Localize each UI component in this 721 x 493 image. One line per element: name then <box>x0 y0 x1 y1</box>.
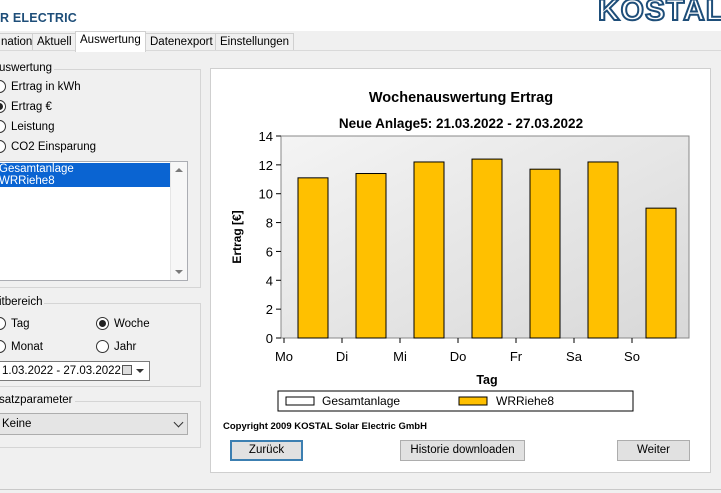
radio-label: Jahr <box>114 341 137 353</box>
list-item[interactable]: WRRiehe8 <box>0 175 170 187</box>
kostal-logo: KOSTAL <box>597 0 721 28</box>
radio-indicator[interactable] <box>0 100 6 113</box>
chart-subtitle: Neue Anlage5: 21.03.2022 - 27.03.2022 <box>339 116 583 131</box>
listbox-scrollbar[interactable] <box>170 162 187 280</box>
radio-indicator[interactable] <box>0 120 6 133</box>
radio-label: CO2 Einsparung <box>11 141 97 153</box>
tab-bar: nation Aktuell Auswertung Datenexport Ei… <box>0 31 721 52</box>
radio-label: Tag <box>11 318 30 330</box>
legend-label-gesamtanlage: Gesamtanlage <box>322 394 400 408</box>
radio-label: Ertrag € <box>11 101 52 113</box>
x-tick-label: Sa <box>566 349 583 364</box>
scroll-down-icon[interactable] <box>175 270 183 274</box>
bar-so <box>645 207 677 339</box>
date-range-picker[interactable]: 1.03.2022 - 27.03.2022 <box>0 361 150 381</box>
radio-label: Monat <box>11 341 43 353</box>
bar-di <box>355 173 387 339</box>
list-item[interactable]: Gesamtanlage <box>0 163 170 175</box>
radio-indicator[interactable] <box>0 317 6 330</box>
chart-title: Wochenauswertung Ertrag <box>369 90 553 106</box>
zusatzparameter-select[interactable]: Keine <box>0 413 188 435</box>
header: R ELECTRIC KOSTAL <box>0 0 721 31</box>
x-tick-label: Do <box>450 349 467 364</box>
y-tick-label: 4 <box>266 273 273 288</box>
radio-label: Leistung <box>11 121 55 133</box>
tab-aktuell[interactable]: Aktuell <box>32 33 77 51</box>
brand-title: R ELECTRIC <box>0 11 77 25</box>
bar-sa <box>587 161 619 339</box>
bar-fr <box>529 168 561 339</box>
x-tick-label: So <box>624 349 640 364</box>
zusatzparameter-group: satzparameter Keine <box>0 394 201 448</box>
radio-label: Woche <box>114 318 150 330</box>
select-value: Keine <box>2 418 32 430</box>
x-tick-label: Fr <box>510 349 523 364</box>
chart-legend: Gesamtanlage WRRiehe8 <box>277 390 634 412</box>
tab-datenexport[interactable]: Datenexport <box>145 33 218 51</box>
chart-panel: Wochenauswertung Ertrag Neue Anlage5: 21… <box>210 68 711 473</box>
radio-indicator[interactable] <box>0 140 6 153</box>
download-history-button[interactable]: Historie downloaden <box>400 440 525 461</box>
dropdown-arrow-icon[interactable] <box>136 369 144 373</box>
auswertung-legend: uswertung <box>0 62 55 74</box>
auswertung-group: uswertung Ertrag in kWh Ertrag € Leistun… <box>0 62 201 288</box>
zeitbereich-legend: itbereich <box>0 296 45 308</box>
back-button[interactable]: Zurück <box>230 440 303 461</box>
scroll-up-icon[interactable] <box>175 168 183 172</box>
date-range-value: 1.03.2022 - 27.03.2022 <box>2 365 121 377</box>
tab-auswertung[interactable]: Auswertung <box>75 31 146 52</box>
x-tick-label: Mo <box>275 349 293 364</box>
bar-mi <box>413 161 445 339</box>
radio-indicator[interactable] <box>96 317 109 330</box>
zeitbereich-group: itbereich Tag Woche Monat Jahr 1.03.2022… <box>0 296 201 387</box>
tab-einstellungen[interactable]: Einstellungen <box>215 33 295 51</box>
next-button[interactable]: Weiter <box>617 440 690 461</box>
x-axis-label: Tag <box>476 373 497 387</box>
y-axis-label: Ertrag [€] <box>230 210 244 263</box>
radio-indicator[interactable] <box>0 80 6 93</box>
x-tick-label: Mi <box>393 349 407 364</box>
copyright-text: Copyright 2009 KOSTAL Solar Electric Gmb… <box>223 421 427 432</box>
zusatzparameter-legend: satzparameter <box>0 394 75 406</box>
radio-indicator[interactable] <box>0 340 6 353</box>
x-tick-label: Di <box>336 349 348 364</box>
radio-indicator[interactable] <box>96 340 109 353</box>
y-tick-label: 14 <box>259 129 273 144</box>
chevron-down-icon[interactable] <box>173 417 184 428</box>
y-tick-label: 2 <box>266 302 273 317</box>
bar-do <box>471 158 503 339</box>
legend-swatch-wrriehe8 <box>458 396 488 406</box>
calendar-icon[interactable] <box>122 365 132 375</box>
bar-mo <box>297 177 329 339</box>
y-tick-label: 6 <box>266 244 273 259</box>
y-tick-label: 8 <box>266 216 273 231</box>
y-tick-label: 10 <box>259 187 273 202</box>
weekly-yield-chart: Wochenauswertung Ertrag Neue Anlage5: 21… <box>230 90 690 412</box>
legend-swatch-gesamtanlage <box>285 396 315 406</box>
legend-label-wrriehe8: WRRiehe8 <box>496 394 554 408</box>
y-tick-label: 12 <box>259 158 273 173</box>
radio-label: Ertrag in kWh <box>11 81 81 93</box>
status-divider <box>0 489 721 490</box>
anlagen-listbox[interactable]: Gesamtanlage WRRiehe8 <box>0 161 188 281</box>
y-tick-label: 0 <box>266 331 273 346</box>
